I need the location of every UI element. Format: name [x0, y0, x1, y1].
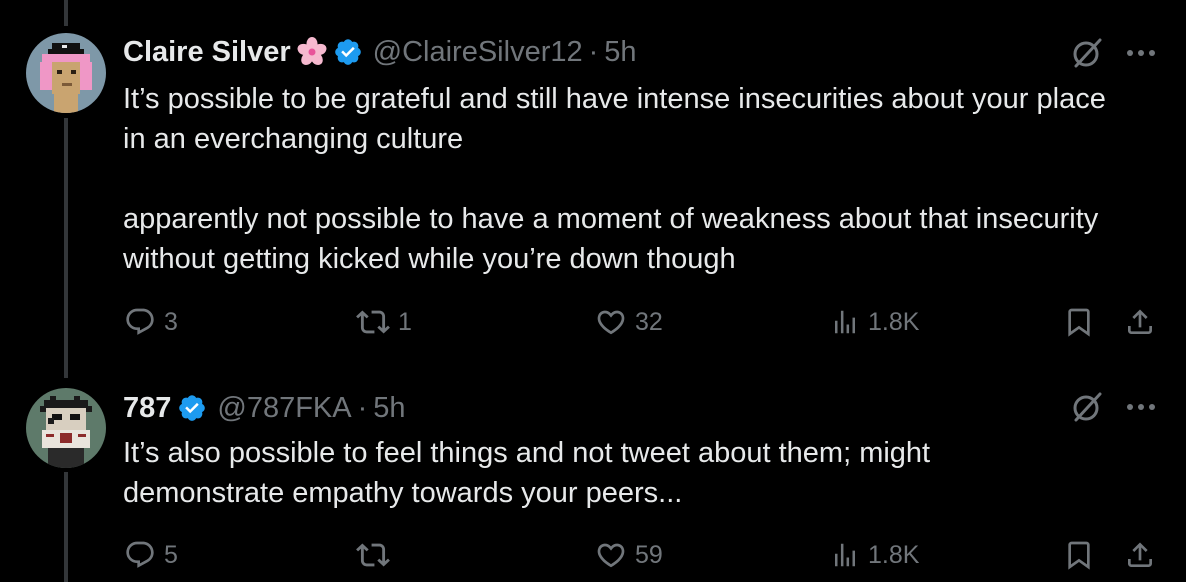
tweet-header: Claire Silver @ClaireSilver12 · 5h: [123, 32, 637, 72]
tweet-text: It’s also possible to feel things and no…: [123, 433, 1003, 513]
like-icon: [597, 310, 625, 335]
views-button[interactable]: 1.8K: [830, 535, 919, 575]
tweet-claire-silver[interactable]: Claire Silver @ClaireSilver12 · 5h It’s …: [0, 0, 1186, 378]
repost-button[interactable]: [356, 535, 398, 575]
repost-icon: [356, 310, 390, 334]
grok-icon[interactable]: [1068, 34, 1106, 72]
reply-count: 5: [164, 540, 178, 569]
display-name[interactable]: 787: [123, 392, 171, 425]
more-icon[interactable]: [1124, 390, 1158, 424]
tweet-header: 787 @787FKA · 5h: [123, 388, 406, 428]
cherry-blossom-emoji-icon: [297, 37, 327, 67]
verified-badge-icon[interactable]: [177, 393, 207, 423]
reply-count: 3: [164, 307, 178, 336]
share-button[interactable]: [1124, 302, 1156, 342]
bookmark-button[interactable]: [1063, 302, 1095, 342]
bookmark-button[interactable]: [1063, 535, 1095, 575]
tweet-paragraph: It’s possible to be grateful and still h…: [123, 83, 1106, 155]
views-count: 1.8K: [868, 307, 920, 336]
bookmark-icon: [1068, 541, 1090, 570]
tweet-text: It’s possible to be grateful and still h…: [123, 79, 1133, 279]
views-button[interactable]: 1.8K: [830, 302, 919, 342]
tweet-paragraph: apparently not possible to have a moment…: [123, 203, 1099, 275]
timestamp[interactable]: 5h: [373, 392, 405, 425]
separator-dot: ·: [357, 391, 368, 424]
display-name[interactable]: Claire Silver: [123, 36, 291, 69]
like-button[interactable]: 59: [595, 535, 663, 575]
verified-badge-icon[interactable]: [333, 37, 363, 67]
avatar[interactable]: [26, 33, 106, 113]
reply-button[interactable]: 5: [124, 535, 178, 575]
user-handle[interactable]: @787FKA: [217, 392, 351, 425]
like-count: 32: [635, 307, 663, 336]
user-handle[interactable]: @ClaireSilver12: [373, 36, 583, 69]
tweet-787[interactable]: 787 @787FKA · 5h It’s also possible to f…: [0, 378, 1186, 582]
share-button[interactable]: [1124, 535, 1156, 575]
views-icon: [835, 310, 855, 334]
reply-button[interactable]: 3: [124, 302, 178, 342]
like-count: 59: [635, 540, 663, 569]
repost-icon: [356, 543, 390, 567]
avatar[interactable]: [26, 388, 106, 468]
reply-icon: [126, 541, 154, 568]
grok-icon[interactable]: [1068, 388, 1106, 426]
separator-dot: ·: [588, 35, 599, 68]
views-count: 1.8K: [868, 540, 920, 569]
more-icon[interactable]: [1124, 36, 1158, 70]
bookmark-icon: [1068, 308, 1090, 337]
like-icon: [597, 543, 625, 568]
share-icon: [1128, 309, 1152, 334]
repost-count: 1: [398, 307, 412, 336]
tweet-paragraph: It’s also possible to feel things and no…: [123, 437, 931, 509]
repost-button[interactable]: 1: [356, 302, 412, 342]
share-icon: [1128, 542, 1152, 567]
like-button[interactable]: 32: [595, 302, 663, 342]
reply-icon: [126, 308, 154, 335]
views-icon: [835, 543, 855, 567]
timestamp[interactable]: 5h: [604, 36, 636, 69]
